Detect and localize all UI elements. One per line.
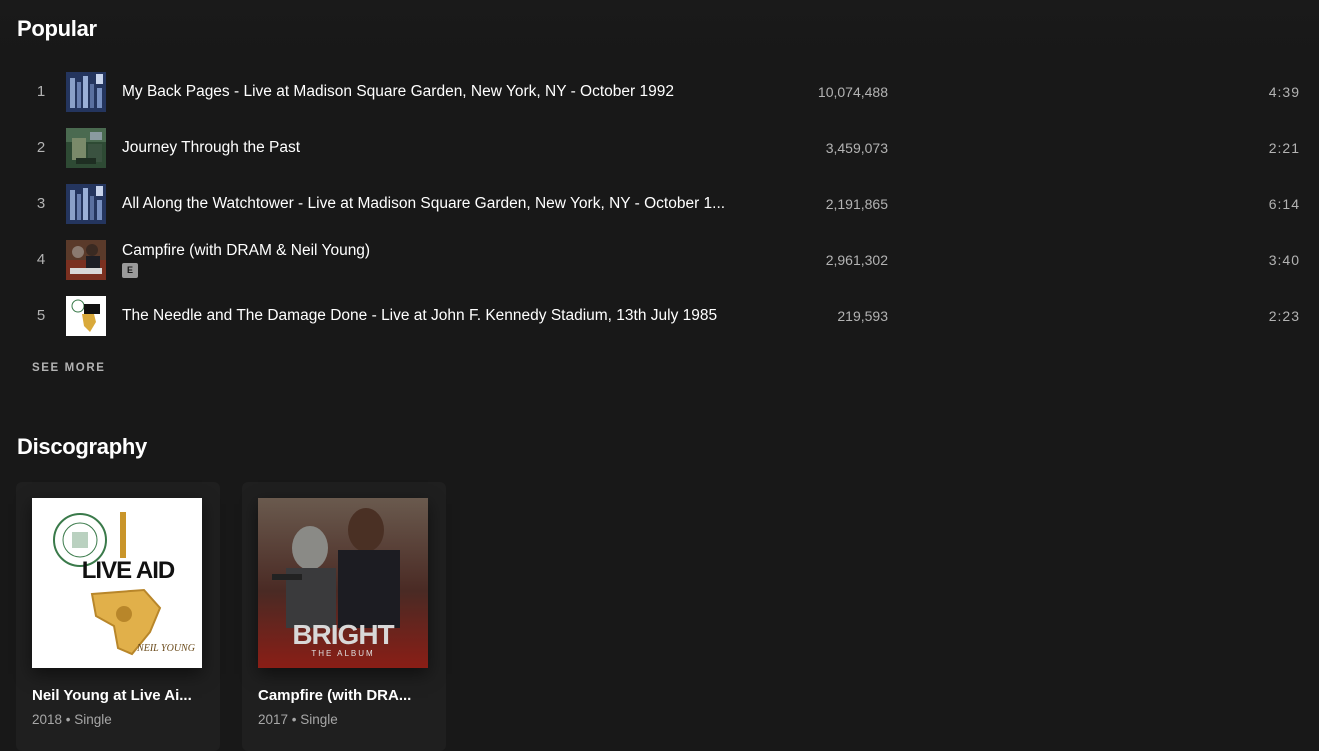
popular-section-title: Popular [17, 16, 97, 41]
track-play-count: 219,593 [837, 308, 888, 324]
track-duration: 2:23 [1268, 308, 1300, 324]
journey-album-art-icon [66, 128, 106, 168]
track-duration: 3:40 [1268, 252, 1300, 268]
track-title[interactable]: My Back Pages - Live at Madison Square G… [122, 83, 762, 101]
track-row[interactable]: 2 Journey Through the Past 3,459,073 2:2… [16, 120, 1316, 176]
popular-tracklist: 1 My Back Pages - Live at Madison Square… [16, 64, 1316, 344]
see-more-button[interactable]: SEE MORE [32, 362, 106, 374]
track-number: 4 [36, 251, 46, 268]
album-title[interactable]: Neil Young at Live Ai... [32, 687, 204, 704]
track-row[interactable]: 4 Campfire (with DRAM & Neil Young) E 2,… [16, 232, 1316, 288]
track-number: 5 [36, 307, 46, 324]
track-number: 2 [36, 139, 46, 156]
album-meta: 2018 • Single [32, 712, 112, 727]
track-play-count: 10,074,488 [817, 84, 888, 100]
track-play-count: 3,459,073 [825, 140, 888, 156]
track-duration: 4:39 [1268, 84, 1300, 100]
album-meta: 2017 • Single [258, 712, 338, 727]
neil-young-cover-text: NEIL YOUNG [136, 643, 195, 654]
artist-page: Popular 1 My Back Pages - Live at Madiso… [0, 0, 1319, 751]
track-number: 1 [36, 83, 46, 100]
explicit-badge: E [122, 263, 138, 278]
discography-section-title: Discography [17, 434, 147, 459]
track-play-count: 2,191,865 [825, 196, 888, 212]
track-row[interactable]: 5 The Needle and The Damage Done - Live … [16, 288, 1316, 344]
track-title[interactable]: Journey Through the Past [122, 139, 762, 157]
live-concert-album-art-icon [66, 72, 106, 112]
track-duration: 2:21 [1268, 140, 1300, 156]
bright-logo-text: BRIGHT [292, 619, 394, 650]
album-card[interactable]: LIVE AID NEIL YOUNG Neil Young at Live A… [16, 482, 220, 751]
album-card[interactable]: BRIGHT THE ALBUM Campfire (with DRA... 2… [242, 482, 446, 751]
bright-album-art-icon: BRIGHT THE ALBUM [258, 498, 428, 668]
track-title[interactable]: The Needle and The Damage Done - Live at… [122, 307, 762, 325]
album-title[interactable]: Campfire (with DRA... [258, 687, 430, 704]
bright-album-art-icon [66, 240, 106, 280]
live-aid-album-art-icon: LIVE AID NEIL YOUNG [32, 498, 202, 668]
track-number: 3 [36, 195, 46, 212]
track-play-count: 2,961,302 [825, 252, 888, 268]
track-duration: 6:14 [1268, 196, 1300, 212]
the-album-text: THE ALBUM [311, 649, 374, 658]
track-row[interactable]: 3 All Along the Watchtower - Live at Mad… [16, 176, 1316, 232]
track-title[interactable]: Campfire (with DRAM & Neil Young) [122, 242, 762, 260]
live-aid-album-art-icon [66, 296, 106, 336]
track-row[interactable]: 1 My Back Pages - Live at Madison Square… [16, 64, 1316, 120]
track-title[interactable]: All Along the Watchtower - Live at Madis… [122, 195, 762, 213]
live-aid-logo-text: LIVE AID [82, 557, 175, 584]
live-concert-album-art-icon [66, 184, 106, 224]
